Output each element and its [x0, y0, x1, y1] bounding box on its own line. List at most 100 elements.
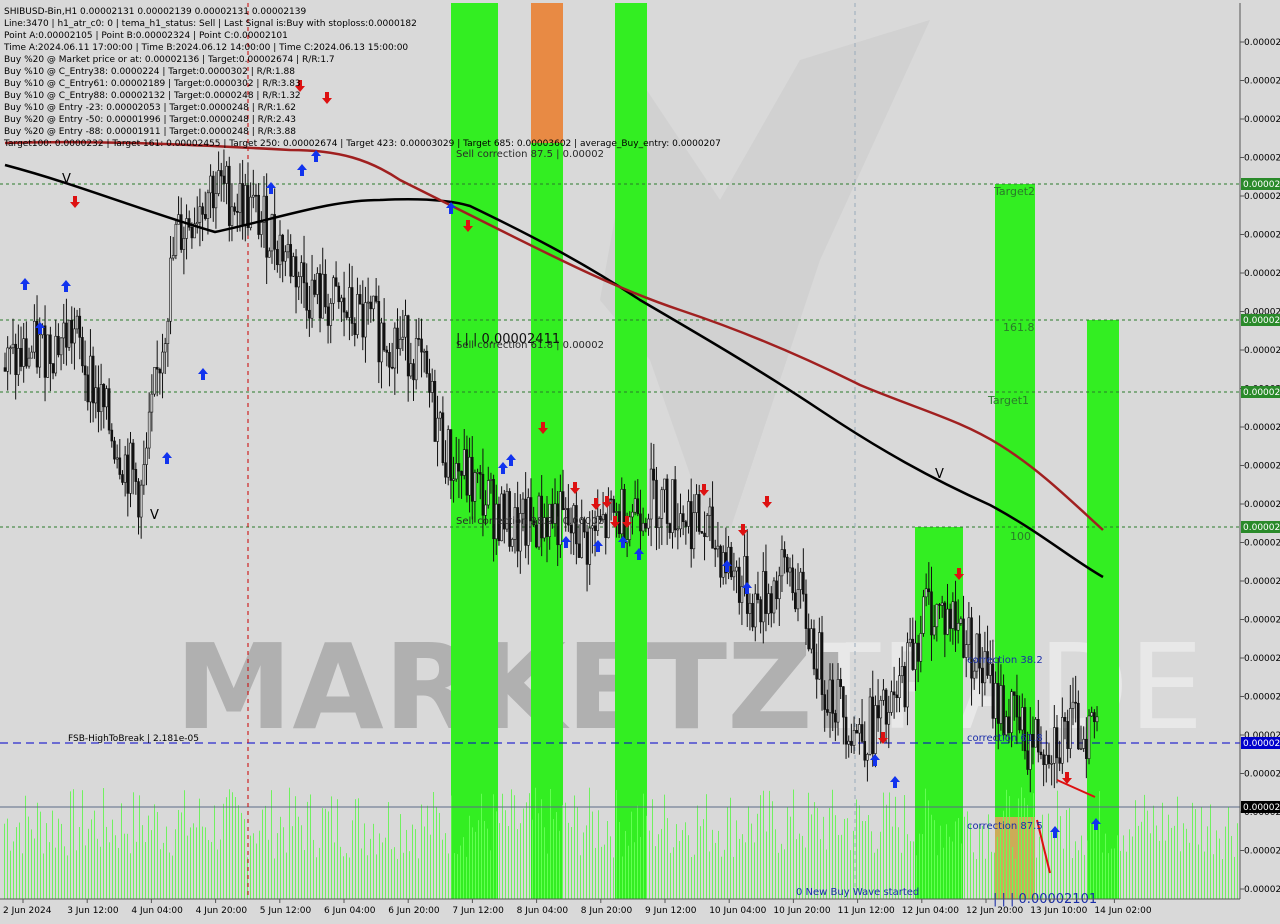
candle-body	[628, 516, 632, 540]
candle-body	[748, 602, 752, 614]
histogram-bar	[265, 805, 266, 899]
candle-body	[786, 556, 789, 573]
candle-body	[876, 705, 880, 719]
chart-canvas[interactable]: MARKETZI TRADE V V V SHI	[0, 0, 1280, 920]
histogram-bar	[859, 805, 860, 899]
histogram-bar	[553, 819, 554, 899]
candle-body	[334, 277, 338, 287]
histogram-bar	[277, 833, 278, 899]
candle-body	[649, 468, 653, 520]
candle-body	[470, 456, 474, 502]
candle-body	[577, 543, 581, 558]
histogram-bar	[655, 846, 656, 899]
candle-body	[374, 295, 378, 302]
price-tick-label: 0.000020	[1244, 654, 1280, 664]
histogram-bar	[28, 816, 29, 899]
candle-body	[823, 694, 826, 710]
price-tick-label: 0.000020	[1244, 346, 1280, 356]
candle-body	[318, 273, 322, 319]
candle-body	[820, 632, 824, 695]
candle-body	[358, 294, 362, 305]
histogram-bar	[331, 796, 332, 899]
histogram-bar	[1018, 798, 1019, 899]
candle-body	[871, 696, 875, 754]
candle-body	[225, 165, 228, 184]
candle-body	[396, 327, 399, 350]
price-tick-label: 0.000020	[1244, 231, 1280, 241]
histogram-bar	[196, 827, 197, 899]
histogram-bar	[976, 858, 977, 899]
candle-body	[1053, 727, 1056, 764]
histogram-bar	[31, 829, 32, 899]
candle-body	[684, 521, 688, 527]
candle-body	[882, 689, 885, 701]
candle-body	[855, 730, 859, 734]
candle-body	[1077, 702, 1080, 750]
candle-body	[671, 479, 674, 533]
candle-body	[75, 315, 79, 330]
candle-body	[316, 273, 319, 295]
candle-body	[751, 602, 754, 628]
candle-body	[393, 327, 397, 369]
candle-body	[879, 700, 883, 719]
candle-body	[398, 339, 402, 350]
candle-body	[906, 642, 909, 708]
candle-body	[852, 730, 856, 746]
info-line: Buy %10 @ C_Entry38: 0.0000224 | Target:…	[4, 67, 295, 77]
histogram-bar	[895, 796, 896, 899]
histogram-bar	[925, 788, 926, 899]
histogram-bar	[193, 823, 194, 899]
price-tag-label: 0.00002	[1243, 523, 1280, 533]
histogram-bar	[169, 852, 170, 899]
histogram-bar	[1144, 794, 1145, 899]
price-tick-label: 0.000020	[1244, 616, 1280, 626]
candle-body	[703, 532, 706, 538]
histogram-bar	[952, 841, 953, 899]
candle-body	[759, 599, 762, 623]
histogram-bar	[646, 815, 647, 899]
candle-body	[652, 468, 656, 481]
candle-body	[708, 506, 712, 516]
info-line: Buy %20 @ Entry -88: 0.00001911 | Target…	[4, 127, 296, 137]
histogram-bar	[208, 839, 209, 899]
histogram-bar	[1096, 820, 1097, 899]
candle-body	[1007, 716, 1011, 733]
histogram-bar	[1210, 804, 1211, 899]
candle-body	[337, 285, 341, 303]
candle-body	[959, 618, 963, 624]
targets-line: Target100: 0.0000232 | Target 161: 0.000…	[3, 139, 721, 149]
candle-body	[460, 470, 463, 476]
histogram-bar	[991, 851, 992, 899]
candle-body	[59, 337, 63, 356]
candle-body	[17, 347, 20, 375]
candle-body	[449, 429, 453, 481]
histogram-bar	[1207, 826, 1208, 899]
candle-body	[1087, 715, 1091, 759]
histogram-bar	[424, 826, 425, 899]
histogram-bar	[13, 841, 14, 899]
candle-body	[994, 683, 997, 719]
histogram-bar	[718, 830, 719, 899]
candle-body	[308, 309, 311, 319]
histogram-bar	[52, 810, 53, 899]
candle-body	[153, 367, 156, 395]
histogram-bar	[640, 837, 641, 899]
time-tick-label: 6 Jun 04:00	[324, 906, 376, 916]
candle-body	[799, 571, 802, 590]
candle-body	[1090, 712, 1093, 717]
price-tick-label: 0.000020	[1244, 269, 1280, 279]
histogram-bar	[1216, 830, 1217, 899]
candle-body	[452, 478, 455, 481]
candle-body	[123, 454, 127, 483]
histogram-bar	[1195, 809, 1196, 899]
green-zone	[451, 3, 498, 899]
histogram-bar	[46, 823, 47, 899]
info-line: Buy %10 @ C_Entry88: 0.00002132 | Target…	[4, 91, 301, 101]
candle-body	[289, 244, 292, 277]
candle-body	[932, 626, 936, 636]
trading-chart[interactable]: MARKETZI TRADE V V V SHI	[0, 0, 1280, 920]
candle-body	[211, 175, 215, 209]
histogram-bar	[403, 852, 404, 899]
histogram-bar	[415, 829, 416, 899]
histogram-bar	[937, 855, 938, 899]
